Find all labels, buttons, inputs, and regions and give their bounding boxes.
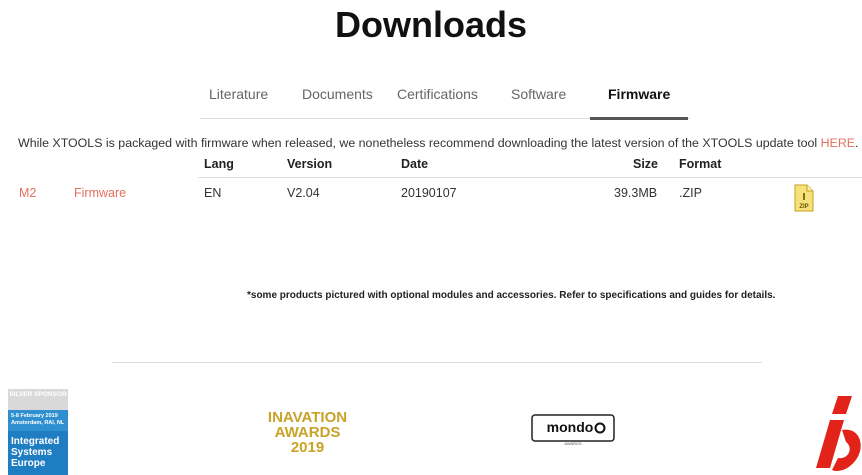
download-tabs: Literature Documents Certifications Soft…: [0, 86, 862, 106]
ise-name-line3: Europe: [11, 458, 46, 469]
column-header-date: Date: [401, 157, 429, 171]
tab-firmware[interactable]: Firmware: [608, 86, 670, 102]
tab-literature[interactable]: Literature: [209, 86, 268, 102]
column-header-version: Version: [287, 157, 333, 171]
column-header-lang: Lang: [204, 157, 234, 171]
tab-documents[interactable]: Documents: [302, 86, 373, 102]
row-lang: EN: [204, 186, 222, 200]
notice-text: While XTOOLS is packaged with firmware w…: [18, 136, 821, 150]
ise-name-panel: Integrated Systems Europe: [8, 431, 68, 475]
row-type-link[interactable]: Firmware: [74, 186, 126, 200]
svg-text:ZIP: ZIP: [799, 204, 808, 210]
row-date: 20190107: [401, 186, 457, 200]
ise-sponsor-logo: SILVER SPONSOR 5-8 February 2019 Amsterd…: [8, 389, 68, 475]
table-header-divider: [198, 177, 862, 178]
mondo-logo-name: mondo: [547, 419, 594, 435]
firmware-notice: While XTOOLS is packaged with firmware w…: [18, 136, 859, 150]
mondo-awards-logo: mondo AWARDS: [531, 414, 615, 446]
ise-name-line2: Systems: [11, 447, 53, 458]
mondo-logo-sub: AWARDS: [564, 441, 582, 446]
ise-venue: Amsterdam, RAI, NL: [11, 420, 65, 426]
footer-divider: [112, 362, 762, 363]
page-title: Downloads: [334, 4, 527, 45]
row-size: 39.3MB: [614, 186, 658, 200]
ise-badge: SILVER SPONSOR: [8, 389, 68, 410]
ibc-logo: [816, 396, 861, 471]
tab-certifications[interactable]: Certifications: [397, 86, 478, 102]
zip-file-icon[interactable]: ZIP: [794, 184, 814, 212]
row-model-link[interactable]: M2: [19, 186, 36, 200]
notice-end: .: [855, 136, 859, 150]
inavation-line1: INAVATION: [267, 409, 348, 426]
row-version: V2.04: [287, 186, 320, 200]
inavation-line3: 2019: [290, 439, 325, 456]
row-format: .ZIP: [679, 186, 702, 200]
column-header-size: Size: [633, 157, 659, 171]
footnote: *some products pictured with optional mo…: [247, 290, 776, 301]
ise-dates-panel: 5-8 February 2019 Amsterdam, RAI, NL: [8, 410, 68, 431]
column-header-format: Format: [679, 157, 722, 171]
update-tool-link[interactable]: HERE: [821, 136, 855, 150]
ise-dates: 5-8 February 2019: [11, 413, 58, 419]
inavation-awards-logo: INAVATION AWARDS 2019: [260, 410, 355, 455]
tab-software[interactable]: Software: [511, 86, 566, 102]
active-tab-indicator: [590, 117, 688, 120]
ise-name-line1: Integrated: [11, 436, 60, 447]
inavation-line2: AWARDS: [274, 424, 341, 441]
